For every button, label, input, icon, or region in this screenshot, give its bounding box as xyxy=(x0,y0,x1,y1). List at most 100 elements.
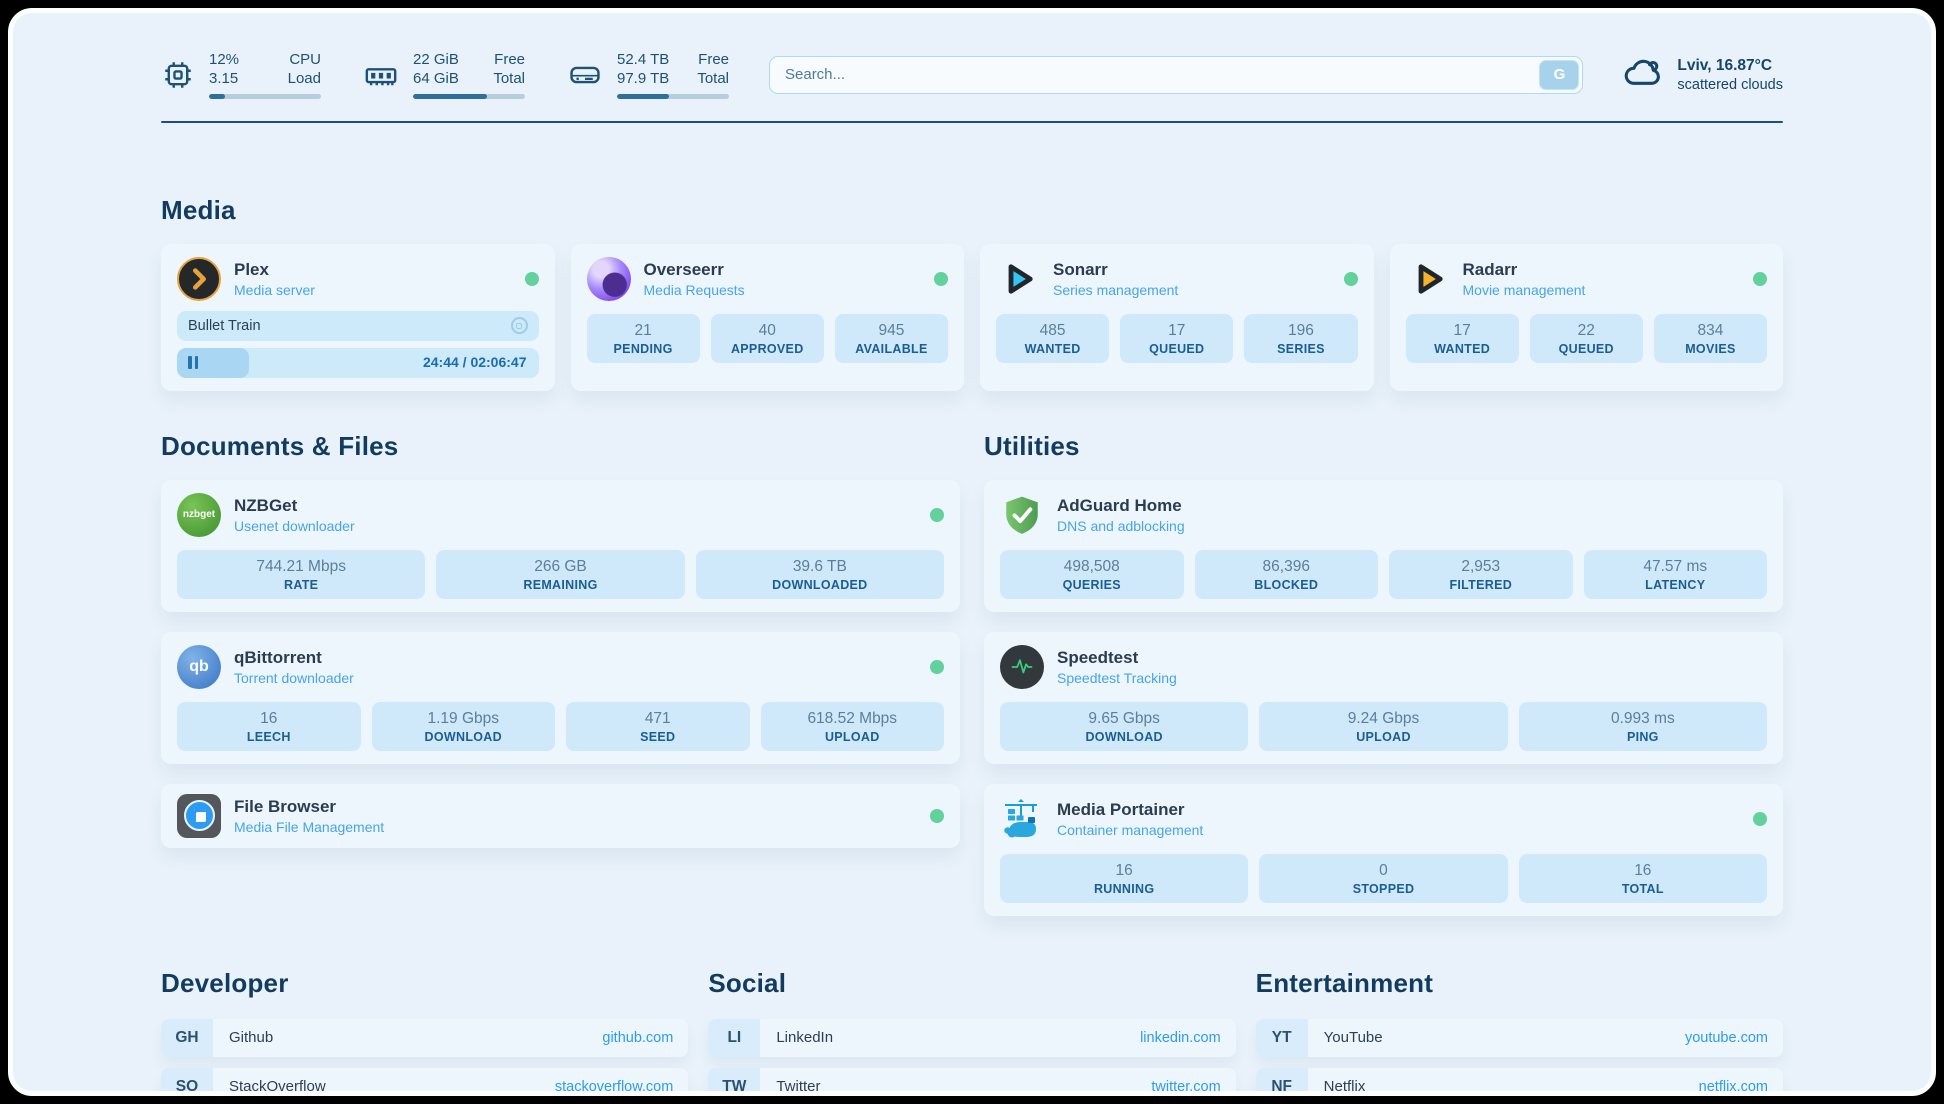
stat-seed: 471 SEED xyxy=(566,702,750,751)
bookmark-url: stackoverflow.com xyxy=(555,1079,673,1095)
bookmark-twitter[interactable]: TW Twitter twitter.com xyxy=(708,1068,1235,1097)
stat-filtered: 2,953 FILTERED xyxy=(1389,550,1573,599)
qbittorrent-logo-icon: qb xyxy=(177,645,221,689)
status-dot xyxy=(525,272,539,286)
bookmark-url: twitter.com xyxy=(1151,1079,1220,1095)
stat-ping: 0.993 ms PING xyxy=(1519,702,1767,751)
playback-progress-bar: 24:44 / 02:06:47 xyxy=(177,348,539,378)
weather-widget[interactable]: Lviv, 16.87°C scattered clouds xyxy=(1623,55,1783,94)
bookmark-stackoverflow[interactable]: SO StackOverflow stackoverflow.com xyxy=(161,1068,688,1097)
memory-widget: 22 GiB 64 GiB Free Total xyxy=(363,51,525,99)
bookmark-netflix[interactable]: NF Netflix netflix.com xyxy=(1256,1068,1783,1097)
search-engine-button[interactable]: G xyxy=(1539,60,1579,90)
service-card-plex[interactable]: Plex Media server Bullet Train 24:44 / 0… xyxy=(161,244,555,391)
bookmark-abbr: YT xyxy=(1256,1019,1308,1057)
stat-remaining: 266 GB REMAINING xyxy=(436,550,684,599)
memory-icon xyxy=(363,58,399,92)
section-title-media: Media xyxy=(161,195,1783,226)
cloud-icon xyxy=(1623,55,1665,94)
cpu-icon xyxy=(161,58,195,92)
bookmark-github[interactable]: GH Github github.com xyxy=(161,1019,688,1057)
service-subtitle: DNS and adblocking xyxy=(1057,518,1185,534)
section-title-documents: Documents & Files xyxy=(161,431,960,462)
cpu-label: CPU xyxy=(288,51,321,70)
service-card-nzbget[interactable]: nzbget NZBGet Usenet downloader 744.21 M… xyxy=(161,480,960,612)
service-card-sonarr[interactable]: Sonarr Series management 485 WANTED 17 Q… xyxy=(980,244,1374,391)
service-subtitle: Usenet downloader xyxy=(234,518,355,534)
section-title-utilities: Utilities xyxy=(984,431,1783,462)
service-card-portainer[interactable]: Media Portainer Container management 16 … xyxy=(984,784,1783,916)
memory-total-value: 64 GiB xyxy=(413,70,459,89)
service-name: Sonarr xyxy=(1053,260,1178,280)
service-subtitle: Movie management xyxy=(1463,282,1586,298)
stat-movies: 834 MOVIES xyxy=(1654,314,1767,363)
playback-time: 24:44 / 02:06:47 xyxy=(423,354,527,370)
bookmark-youtube[interactable]: YT YouTube youtube.com xyxy=(1256,1019,1783,1057)
bookmark-abbr: NF xyxy=(1256,1068,1308,1097)
portainer-logo-icon xyxy=(1000,797,1044,841)
service-card-qbittorrent[interactable]: qb qBittorrent Torrent downloader 16 LEE… xyxy=(161,632,960,764)
service-card-adguard[interactable]: AdGuard Home DNS and adblocking 498,508 … xyxy=(984,480,1783,612)
now-playing-title: Bullet Train xyxy=(188,318,261,334)
bookmark-name: LinkedIn xyxy=(776,1029,833,1046)
disk-widget: 52.4 TB 97.9 TB Free Total xyxy=(567,51,729,99)
bookmark-abbr: TW xyxy=(708,1068,760,1097)
service-name: File Browser xyxy=(234,797,384,817)
bookmark-name: YouTube xyxy=(1324,1029,1383,1046)
bookmark-linkedin[interactable]: LI LinkedIn linkedin.com xyxy=(708,1019,1235,1057)
disk-free-label: Free xyxy=(697,51,729,70)
service-name: Plex xyxy=(234,260,315,280)
radarr-logo-icon xyxy=(1406,257,1450,301)
service-name: Radarr xyxy=(1463,260,1586,280)
disk-icon xyxy=(567,58,603,92)
section-title-entertainment: Entertainment xyxy=(1256,968,1783,999)
service-subtitle: Series management xyxy=(1053,282,1178,298)
status-dot xyxy=(930,809,944,823)
service-name: Speedtest xyxy=(1057,648,1177,668)
stat-download: 9.65 Gbps DOWNLOAD xyxy=(1000,702,1248,751)
cpu-load-label: Load xyxy=(288,70,321,89)
service-card-radarr[interactable]: Radarr Movie management 17 WANTED 22 QUE… xyxy=(1390,244,1784,391)
status-dot xyxy=(934,272,948,286)
dashboard-panel: 12% 3.15 CPU Load xyxy=(8,8,1936,1096)
stat-approved: 40 APPROVED xyxy=(711,314,824,363)
service-name: AdGuard Home xyxy=(1057,496,1185,516)
memory-free-label: Free xyxy=(493,51,525,70)
weather-location-temp: Lviv, 16.87°C xyxy=(1677,57,1783,75)
disk-total-label: Total xyxy=(697,70,729,89)
sonarr-logo-icon xyxy=(996,257,1040,301)
stat-download: 1.19 Gbps DOWNLOAD xyxy=(372,702,556,751)
resource-widgets: 12% 3.15 CPU Load xyxy=(161,51,729,99)
stat-total: 16 TOTAL xyxy=(1519,854,1767,903)
service-card-overseerr[interactable]: Overseerr Media Requests 21 PENDING 40 A… xyxy=(571,244,965,391)
bookmark-abbr: SO xyxy=(161,1068,213,1097)
bookmark-url: youtube.com xyxy=(1685,1030,1768,1046)
service-name: NZBGet xyxy=(234,496,355,516)
service-card-filebrowser[interactable]: File Browser Media File Management xyxy=(161,784,960,848)
stat-leech: 16 LEECH xyxy=(177,702,361,751)
stat-queued: 22 QUEUED xyxy=(1530,314,1643,363)
adguard-logo-icon xyxy=(1000,493,1044,537)
service-subtitle: Container management xyxy=(1057,822,1203,838)
status-dot xyxy=(930,508,944,522)
bookmark-url: netflix.com xyxy=(1699,1079,1768,1095)
service-card-speedtest[interactable]: Speedtest Speedtest Tracking 9.65 Gbps D… xyxy=(984,632,1783,764)
cpu-progress-bar xyxy=(209,94,321,99)
search-input[interactable] xyxy=(769,56,1583,94)
disk-total-value: 97.9 TB xyxy=(617,70,669,89)
cpu-widget: 12% 3.15 CPU Load xyxy=(161,51,321,99)
bookmark-url: github.com xyxy=(602,1030,673,1046)
stop-circle-icon xyxy=(511,317,528,334)
section-title-social: Social xyxy=(708,968,1235,999)
memory-free-value: 22 GiB xyxy=(413,51,459,70)
service-name: Overseerr xyxy=(644,260,745,280)
nzbget-logo-icon: nzbget xyxy=(177,493,221,537)
stat-available: 945 AVAILABLE xyxy=(835,314,948,363)
memory-total-label: Total xyxy=(493,70,525,89)
stat-series: 196 SERIES xyxy=(1244,314,1357,363)
search-bar: G xyxy=(769,56,1583,94)
service-name: qBittorrent xyxy=(234,648,354,668)
bookmark-name: Netflix xyxy=(1324,1078,1366,1095)
header-divider xyxy=(161,121,1783,123)
section-title-developer: Developer xyxy=(161,968,688,999)
